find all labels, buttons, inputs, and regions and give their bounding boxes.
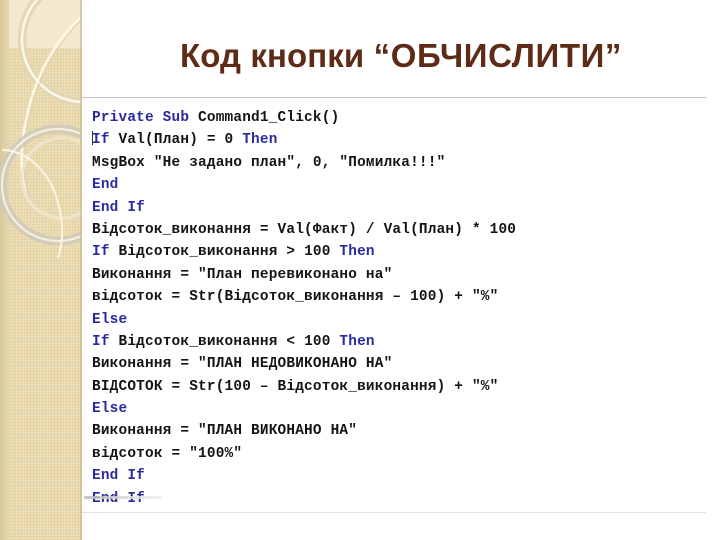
code-text: Відсоток_виконання = Val(Факт) / Val(Пла…	[92, 221, 517, 238]
code-text: MsgBox "Не задано план", 0, "Помилка!!!"	[92, 154, 446, 171]
code-line: Відсоток_виконання = Val(Факт) / Val(Пла…	[92, 219, 702, 241]
code-line: Else	[92, 309, 702, 331]
code-text: Else	[92, 401, 128, 418]
code-line: End If	[92, 465, 702, 487]
code-line: Виконання = "ПЛАН НЕДОВИКОНАНО НА"	[92, 353, 702, 375]
sidebar-rings-decoration	[0, 0, 82, 259]
code-line: ВІДСОТОК = Str(100 – Відсоток_виконання)…	[92, 376, 702, 398]
code-text: відсоток = "100%"	[92, 445, 243, 462]
page-title: Код кнопки “ОБЧИСЛИТИ”	[96, 36, 706, 76]
code-text: Val(План) = 0	[118, 132, 243, 149]
code-line: End	[92, 174, 702, 196]
code-text: Виконання = "ПЛАН ВИКОНАНО НА"	[92, 423, 358, 440]
code-line: відсоток = Str(Відсоток_виконання – 100)…	[92, 286, 702, 308]
page-title-plain: Код кнопки	[179, 37, 365, 74]
code-keyword: Then	[339, 244, 375, 261]
code-line: Виконання = "ПЛАН ВИКОНАНО НА"	[92, 420, 702, 442]
code-text: Відсоток_виконання < 100	[118, 333, 340, 350]
page-title-quoted: “ОБЧИСЛИТИ”	[373, 37, 622, 74]
code-line: Private Sub Command1_Click()	[92, 107, 702, 129]
code-text: End If	[92, 199, 146, 216]
slide-canvas: Код кнопки “ОБЧИСЛИТИ” Private Sub Comma…	[0, 0, 720, 540]
code-text: відсоток = Str(Відсоток_виконання – 100)…	[92, 289, 499, 306]
code-panel-bottom-artifact	[84, 496, 162, 499]
code-line: MsgBox "Не задано план", 0, "Помилка!!!"	[92, 152, 702, 174]
code-line: If Відсоток_виконання < 100 Then	[92, 331, 702, 353]
code-keyword: If	[92, 333, 119, 350]
code-text: Виконання = "План перевиконано на"	[92, 266, 393, 283]
code-line: End If	[92, 197, 702, 219]
code-line: If Відсоток_виконання > 100 Then	[92, 241, 702, 263]
code-keyword: If	[92, 244, 119, 261]
code-listing-panel[interactable]: Private Sub Command1_Click() If Val(План)…	[82, 97, 706, 513]
code-text: Else	[92, 311, 128, 328]
code-line: відсоток = "100%"	[92, 443, 702, 465]
code-text: Command1_Click()	[198, 110, 340, 126]
code-line: Виконання = "План перевиконано на"	[92, 264, 702, 286]
code-keyword: Then	[242, 132, 278, 149]
code-text: End If	[92, 468, 146, 485]
code-text: Відсоток_виконання > 100	[118, 244, 340, 261]
code-line: If Val(План) = 0 Then	[92, 129, 702, 151]
code-line: Else	[92, 398, 702, 420]
code-keyword: Then	[339, 333, 375, 350]
code-keyword: If	[92, 132, 119, 149]
code-line: End If	[92, 488, 702, 510]
decorative-sidebar	[0, 0, 82, 540]
code-keyword: Private Sub	[92, 110, 199, 126]
code-text: End	[92, 177, 119, 194]
code-lines-container: Private Sub Command1_Click() If Val(План)…	[92, 107, 702, 512]
code-text: ВІДСОТОК = Str(100 – Відсоток_виконання)…	[92, 378, 499, 395]
code-text: Виконання = "ПЛАН НЕДОВИКОНАНО НА"	[92, 356, 393, 373]
